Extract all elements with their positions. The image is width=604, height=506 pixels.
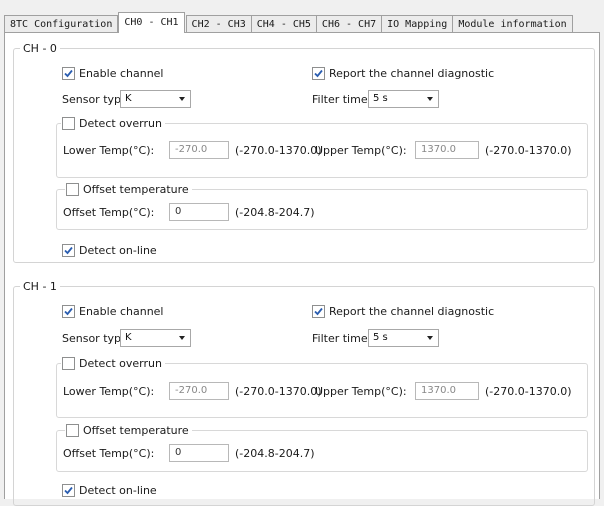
- checkbox-icon: [66, 424, 79, 437]
- tab-8tc-configuration[interactable]: 8TC Configuration: [4, 15, 119, 33]
- ch0-upper-temp-input[interactable]: 1370.0: [415, 141, 479, 159]
- ch0-offset-group: Offset temperature Offset Temp(°C): 0 (-…: [56, 182, 588, 230]
- ch0-overrun-group: Detect overrun Lower Temp(°C): -270.0 (-…: [56, 116, 588, 178]
- ch0-report-diagnostic-label: Report the channel diagnostic: [329, 66, 495, 80]
- ch0-report-diagnostic-checkbox[interactable]: Report the channel diagnostic: [312, 65, 494, 81]
- ch0-detect-online-label: Detect on-line: [79, 243, 157, 257]
- channel-1-title: CH - 1: [20, 280, 60, 293]
- ch1-lower-temp-range: (-270.0-1370.0): [235, 384, 322, 398]
- ch1-detect-online-label: Detect on-line: [79, 483, 157, 497]
- ch1-offset-temp-range: (-204.8-204.7): [235, 446, 315, 460]
- ch0-sensor-type-value: K: [125, 93, 132, 104]
- ch1-filter-time-label: Filter time:: [312, 331, 372, 345]
- tab-module-information[interactable]: Module information: [452, 15, 573, 33]
- checkbox-icon: [62, 117, 75, 130]
- ch1-offset-temperature-checkbox[interactable]: Offset temperature: [65, 423, 192, 438]
- channel-1-group: CH - 1 Enable channel Report the channel…: [13, 280, 595, 506]
- ch1-sensor-type-value: K: [125, 332, 132, 343]
- ch1-report-diagnostic-label: Report the channel diagnostic: [329, 304, 495, 318]
- checkbox-icon: [312, 66, 325, 80]
- chevron-down-icon: [179, 97, 185, 101]
- ch1-upper-temp-label: Upper Temp(°C):: [315, 384, 407, 398]
- checkbox-icon: [62, 304, 75, 318]
- ch0-detect-overrun-label: Detect overrun: [79, 117, 162, 130]
- chevron-down-icon: [427, 97, 433, 101]
- ch1-filter-time-select[interactable]: 5 s: [368, 329, 439, 347]
- channel-0-group: CH - 0 Enable channel Report the channel…: [13, 42, 595, 263]
- checkbox-icon: [66, 183, 79, 196]
- ch0-offset-temp-range: (-204.8-204.7): [235, 205, 315, 219]
- ch0-filter-time-select[interactable]: 5 s: [368, 90, 439, 108]
- checkbox-icon: [62, 357, 75, 370]
- chevron-down-icon: [179, 336, 185, 340]
- ch1-offset-temp-label: Offset Temp(°C):: [63, 446, 155, 460]
- ch0-offset-temp-input[interactable]: 0: [169, 203, 229, 221]
- ch1-sensor-type-select[interactable]: K: [120, 329, 191, 347]
- ch1-detect-overrun-label: Detect overrun: [79, 357, 162, 370]
- tab-ch2-ch3[interactable]: CH2 - CH3: [185, 15, 252, 33]
- ch0-offset-temperature-label: Offset temperature: [83, 183, 189, 196]
- ch0-enable-channel-label: Enable channel: [79, 66, 164, 80]
- ch1-enable-channel-label: Enable channel: [79, 304, 164, 318]
- ch1-offset-temperature-label: Offset temperature: [83, 424, 189, 437]
- ch0-lower-temp-label: Lower Temp(°C):: [63, 143, 155, 157]
- checkbox-icon: [62, 66, 75, 80]
- ch1-report-diagnostic-checkbox[interactable]: Report the channel diagnostic: [312, 303, 494, 319]
- tab-ch4-ch5[interactable]: CH4 - CH5: [250, 15, 317, 33]
- ch0-enable-channel-checkbox[interactable]: Enable channel: [62, 65, 164, 81]
- ch0-detect-online-checkbox[interactable]: Detect on-line: [62, 242, 157, 258]
- ch1-offset-temp-input[interactable]: 0: [169, 444, 229, 462]
- checkbox-icon: [312, 304, 325, 318]
- ch0-lower-temp-range: (-270.0-1370.0): [235, 143, 322, 157]
- ch0-filter-time-value: 5 s: [373, 93, 388, 104]
- ch1-upper-temp-range: (-270.0-1370.0): [485, 384, 572, 398]
- ch1-upper-temp-input[interactable]: 1370.0: [415, 382, 479, 400]
- chevron-down-icon: [427, 336, 433, 340]
- tab-ch0-ch1[interactable]: CH0 - CH1: [118, 12, 185, 33]
- tab-bar: 8TC Configuration CH0 - CH1 CH2 - CH3 CH…: [4, 12, 573, 33]
- ch1-detect-overrun-checkbox[interactable]: Detect overrun: [61, 356, 165, 371]
- ch1-enable-channel-checkbox[interactable]: Enable channel: [62, 303, 164, 319]
- ch0-offset-temp-label: Offset Temp(°C):: [63, 205, 155, 219]
- ch0-upper-temp-range: (-270.0-1370.0): [485, 143, 572, 157]
- ch1-lower-temp-label: Lower Temp(°C):: [63, 384, 155, 398]
- tab-ch6-ch7[interactable]: CH6 - CH7: [315, 15, 383, 33]
- ch0-filter-time-label: Filter time:: [312, 92, 372, 106]
- ch0-detect-overrun-checkbox[interactable]: Detect overrun: [61, 116, 165, 131]
- ch0-lower-temp-input[interactable]: -270.0: [169, 141, 229, 159]
- checkbox-icon: [62, 483, 75, 497]
- ch0-sensor-type-select[interactable]: K: [120, 90, 191, 108]
- tab-io-mapping[interactable]: IO Mapping: [381, 15, 454, 33]
- ch0-offset-temperature-checkbox[interactable]: Offset temperature: [65, 182, 192, 197]
- checkbox-icon: [62, 243, 75, 257]
- ch1-filter-time-value: 5 s: [373, 332, 388, 343]
- tab-page: CH - 0 Enable channel Report the channel…: [4, 32, 600, 506]
- ch1-detect-online-checkbox[interactable]: Detect on-line: [62, 482, 157, 498]
- ch1-lower-temp-input[interactable]: -270.0: [169, 382, 229, 400]
- channel-0-title: CH - 0: [20, 42, 60, 55]
- ch0-upper-temp-label: Upper Temp(°C):: [315, 143, 407, 157]
- ch1-offset-group: Offset temperature Offset Temp(°C): 0 (-…: [56, 423, 588, 472]
- ch1-overrun-group: Detect overrun Lower Temp(°C): -270.0 (-…: [56, 356, 588, 418]
